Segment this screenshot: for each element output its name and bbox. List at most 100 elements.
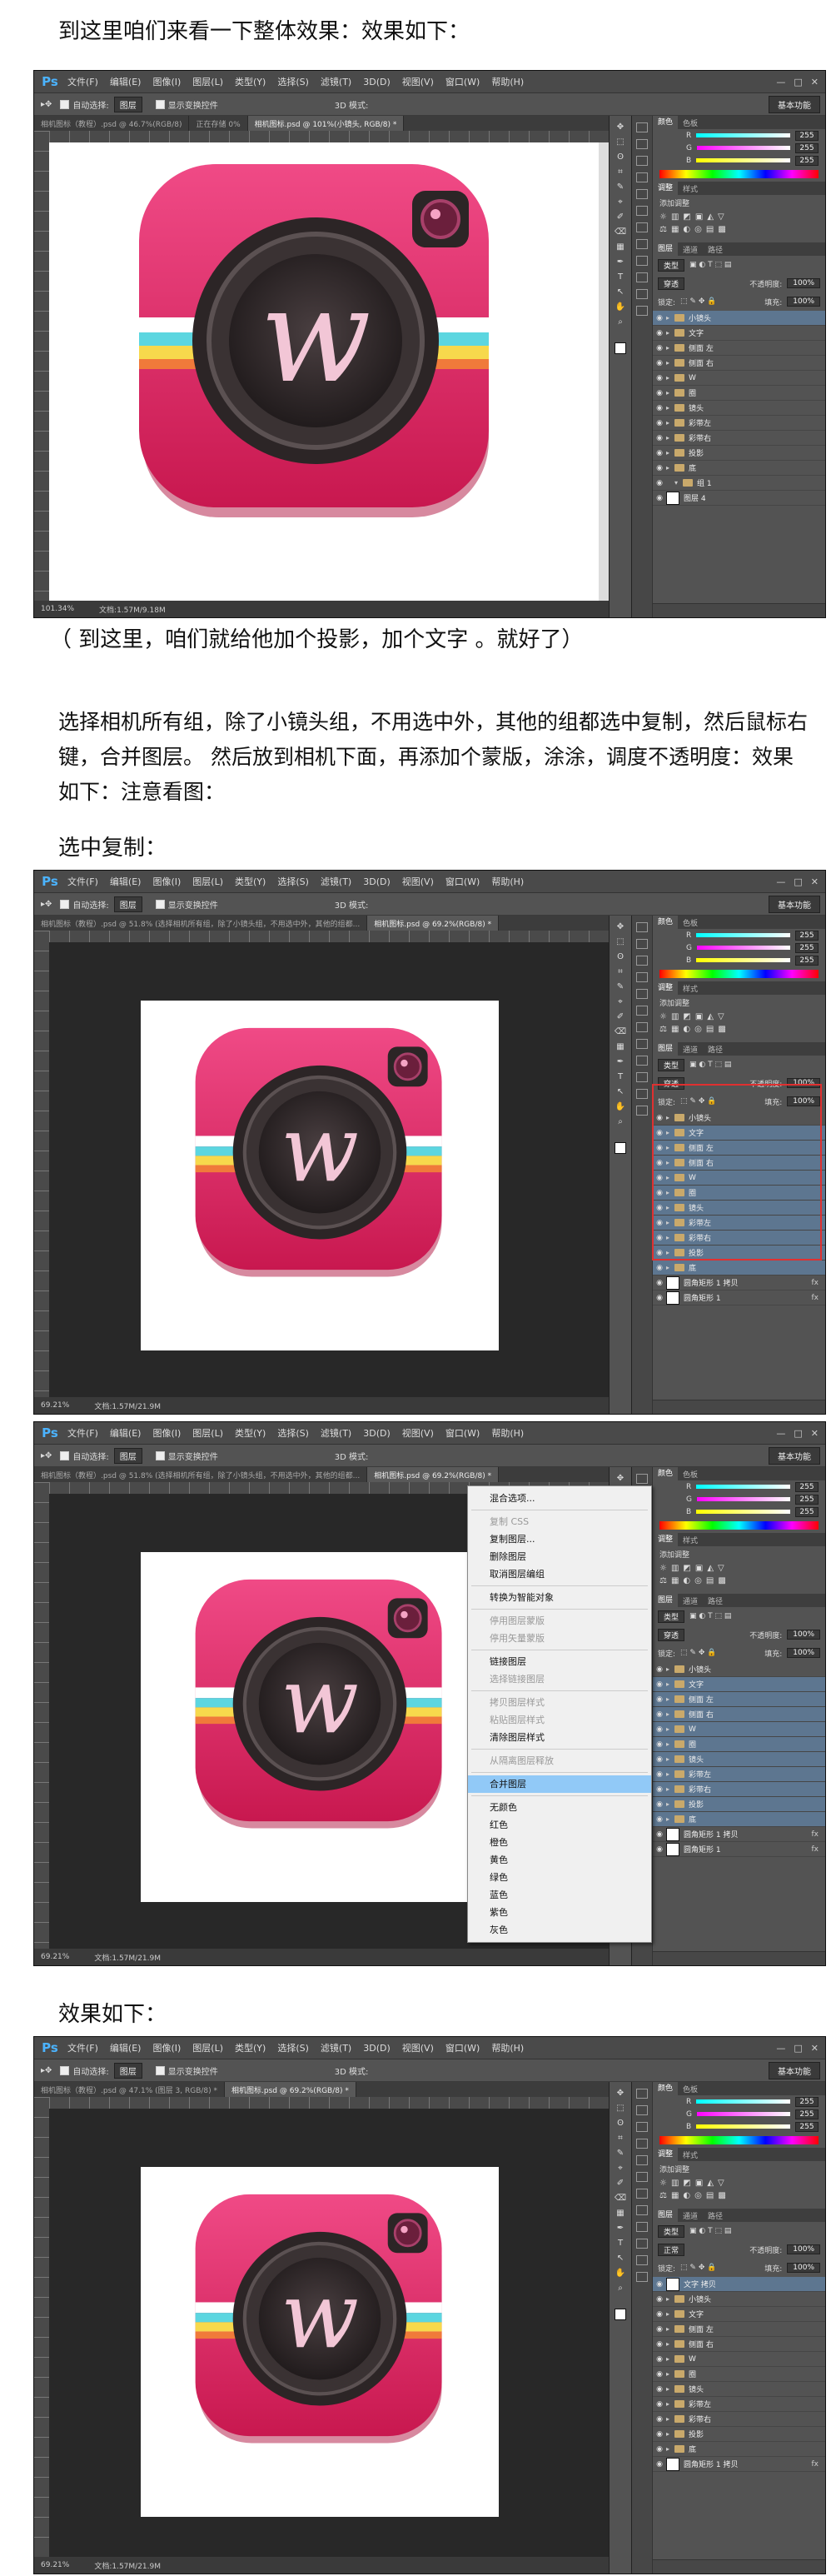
adjustment-icon[interactable]: ☼ xyxy=(659,1012,667,1021)
eye-icon[interactable]: ◉ xyxy=(653,1264,666,1272)
document-tab[interactable]: 相机图标.psd @ 69.2%(RGB/8) * xyxy=(225,2082,356,2097)
eye-icon[interactable]: ◉ xyxy=(653,389,666,397)
panel-toggle-icon[interactable] xyxy=(636,2105,648,2115)
layer-kind-dropdown[interactable]: 类型 xyxy=(658,1610,685,1623)
adjustment-icon[interactable]: ◐ xyxy=(683,1025,690,1034)
move-tool-icon[interactable]: ✥ xyxy=(614,921,627,932)
panel-toggle-icon[interactable] xyxy=(636,956,648,966)
expand-arrow-icon[interactable]: ▸ xyxy=(666,2370,674,2378)
expand-arrow-icon[interactable]: ▸ xyxy=(666,2430,674,2438)
channel-slider[interactable] xyxy=(696,158,790,162)
fill-input[interactable]: 100% xyxy=(787,1648,820,1658)
eraser-tool-icon[interactable]: ⌫ xyxy=(614,226,627,237)
gradient-tool-icon[interactable]: ▦ xyxy=(614,1041,627,1052)
panel-tab[interactable]: 调整 xyxy=(653,182,679,195)
type-tool-icon[interactable]: T xyxy=(614,271,627,282)
adjustment-icon[interactable]: ▽ xyxy=(718,1564,724,1573)
menu-item[interactable]: 视图(V) xyxy=(402,75,434,88)
adjustment-icon[interactable]: ☼ xyxy=(659,212,667,222)
workspace-button[interactable]: 基本功能 xyxy=(769,2061,820,2079)
adjustment-icon[interactable]: ◩ xyxy=(683,2179,690,2188)
channel-value[interactable]: 255 xyxy=(795,955,819,966)
eye-icon[interactable]: ◉ xyxy=(653,1680,666,1689)
eye-icon[interactable]: ◉ xyxy=(653,2385,666,2394)
adjustment-icon[interactable]: ☼ xyxy=(659,2179,667,2188)
panel-toggle-icon[interactable] xyxy=(636,2155,648,2165)
context-menu-item[interactable]: 复制图层... xyxy=(468,1530,651,1548)
brush-tool-icon[interactable]: ✐ xyxy=(614,211,627,222)
autoselect-checkbox[interactable] xyxy=(60,2065,70,2075)
eye-icon[interactable]: ◉ xyxy=(653,1755,666,1764)
layer-row[interactable]: ◉ ▸ 文字 xyxy=(653,1677,825,1692)
move-tool-icon[interactable]: ▸✥ xyxy=(41,100,52,109)
adjustment-icon[interactable]: ◭ xyxy=(707,1012,714,1021)
layer-row[interactable]: ◉ ▸ 侧面 右 xyxy=(653,2337,825,2352)
panel-tab[interactable]: 图层 xyxy=(653,1042,679,1056)
eye-icon[interactable]: ◉ xyxy=(653,1800,666,1809)
document-tab[interactable]: 相机图标.psd @ 101%(小镜头, RGB/8) * xyxy=(247,116,405,131)
menu-item[interactable]: 编辑(E) xyxy=(110,75,142,88)
adjustment-icon[interactable]: ◭ xyxy=(707,1564,714,1573)
color-spectrum[interactable] xyxy=(659,2136,819,2144)
context-menu-item[interactable]: 混合选项... xyxy=(468,1490,651,1507)
eye-icon[interactable]: ◉ xyxy=(653,2415,666,2424)
expand-arrow-icon[interactable]: ▸ xyxy=(666,2415,674,2423)
brush-tool-icon[interactable]: ✐ xyxy=(614,2177,627,2189)
window-button[interactable]: ✕ xyxy=(811,876,819,887)
menu-item[interactable]: 视图(V) xyxy=(402,875,434,888)
menu-item[interactable]: 类型(Y) xyxy=(235,1426,266,1440)
move-tool-icon[interactable]: ▸✥ xyxy=(41,1451,52,1460)
eye-icon[interactable]: ◉ xyxy=(653,2370,666,2379)
channel-slider[interactable] xyxy=(696,133,790,137)
layer-row[interactable]: ◉ 圆角矩形 1 fx xyxy=(653,1842,825,1857)
panel-tab[interactable]: 通道 xyxy=(678,2210,703,2221)
foreground-color-swatch[interactable] xyxy=(615,342,626,354)
blend-mode-dropdown[interactable]: 穿透 xyxy=(658,277,685,290)
adjustment-icon[interactable]: ▤ xyxy=(706,225,714,234)
menu-item[interactable]: 3D(D) xyxy=(363,77,391,87)
layer-row[interactable]: ◉ ▸ 圈 xyxy=(653,1737,825,1752)
panel-tab[interactable]: 样式 xyxy=(678,983,703,994)
expand-arrow-icon[interactable]: ▸ xyxy=(666,1264,674,1271)
document-tab[interactable]: 相机图标.psd @ 69.2%(RGB/8) * xyxy=(367,916,500,931)
zoom-tool-icon[interactable]: ⌕ xyxy=(614,1116,627,1127)
panel-toggle-icon[interactable] xyxy=(636,989,648,999)
crop-tool-icon[interactable]: ✎ xyxy=(614,181,627,192)
expand-arrow-icon[interactable]: ▸ xyxy=(666,1695,674,1703)
expand-arrow-icon[interactable]: ▸ xyxy=(666,314,674,322)
adjustment-icon[interactable]: ▽ xyxy=(718,2179,724,2188)
panel-tab[interactable]: 颜色 xyxy=(653,116,679,129)
layer-kind-dropdown[interactable]: 类型 xyxy=(658,2224,685,2238)
channel-value[interactable]: 255 xyxy=(795,142,819,153)
autoselect-dropdown[interactable]: 图层 xyxy=(113,2062,142,2079)
quick-select-tool-icon[interactable]: ⌗ xyxy=(614,966,627,977)
opacity-input[interactable]: 100% xyxy=(787,1630,820,1640)
panel-tab[interactable]: 颜色 xyxy=(653,1467,679,1480)
expand-arrow-icon[interactable]: ▸ xyxy=(666,2340,674,2348)
context-menu-item[interactable]: 转换为智能对象 xyxy=(468,1589,651,1606)
layer-row[interactable]: ◉ ▸ 侧面 左 xyxy=(653,1692,825,1707)
expand-arrow-icon[interactable]: ▸ xyxy=(666,1815,674,1823)
expand-arrow-icon[interactable]: ▸ xyxy=(666,2400,674,2408)
menu-item[interactable]: 类型(Y) xyxy=(235,2041,266,2054)
menu-item[interactable]: 文件(F) xyxy=(67,1426,98,1440)
adjustment-icon[interactable]: ◎ xyxy=(694,1576,702,1585)
menu-item[interactable]: 选择(S) xyxy=(277,2041,309,2054)
expand-arrow-icon[interactable]: ▾ xyxy=(674,479,683,487)
menu-item[interactable]: 视图(V) xyxy=(402,1426,434,1440)
adjustment-icon[interactable]: ◎ xyxy=(694,2191,702,2200)
panel-toggle-icon[interactable] xyxy=(636,2255,648,2265)
layer-row[interactable]: ◉ 圆角矩形 1 fx xyxy=(653,1290,825,1305)
panel-toggle-icon[interactable] xyxy=(636,289,648,299)
menu-item[interactable]: 选择(S) xyxy=(277,1426,309,1440)
workspace-button[interactable]: 基本功能 xyxy=(769,895,820,913)
context-menu-item[interactable]: 清除图层样式 xyxy=(468,1729,651,1746)
layer-row[interactable]: ◉ ▸ 底 xyxy=(653,1812,825,1827)
menu-item[interactable]: 编辑(E) xyxy=(110,1426,142,1440)
expand-arrow-icon[interactable]: ▸ xyxy=(666,1785,674,1793)
fx-icon[interactable]: fx xyxy=(812,2460,819,2469)
hand-tool-icon[interactable]: ✋ xyxy=(614,2267,627,2279)
menu-item[interactable]: 3D(D) xyxy=(363,876,391,887)
expand-arrow-icon[interactable]: ▸ xyxy=(666,419,674,427)
layer-row[interactable]: ◉ ▸ 彩带左 xyxy=(653,1767,825,1782)
